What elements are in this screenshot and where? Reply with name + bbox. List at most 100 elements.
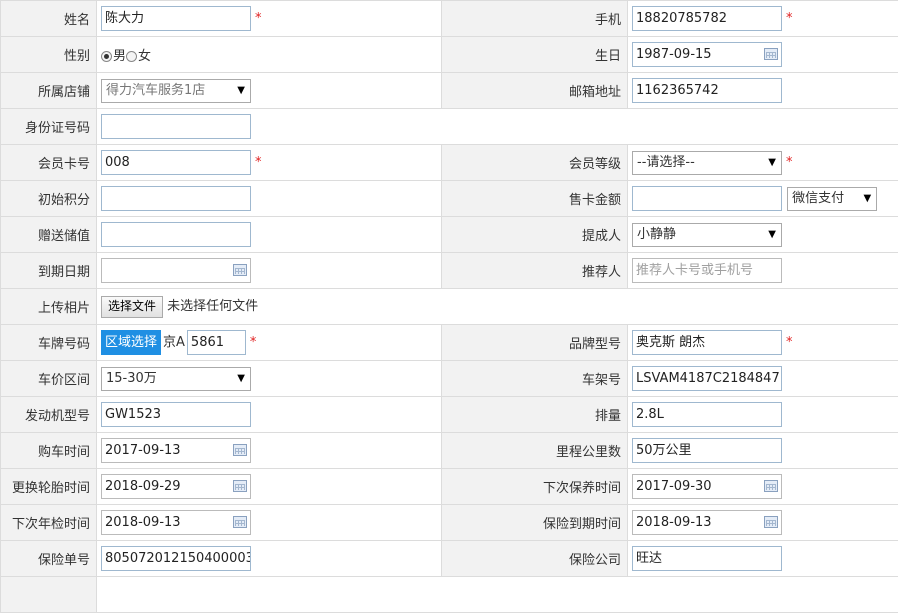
card-number-input[interactable]: 008	[101, 150, 251, 175]
birthday-input[interactable]: 1987-09-15	[632, 42, 782, 67]
calendar-icon[interactable]	[764, 516, 778, 528]
plate-number-group: 区域选择京A5861	[101, 330, 246, 355]
birthday-value: 1987-09-15	[636, 47, 712, 62]
insurance-number-label: 保险单号	[1, 541, 97, 577]
calendar-icon[interactable]	[233, 480, 247, 492]
expire-date-input[interactable]	[101, 258, 251, 283]
email-input[interactable]: 1162365742	[632, 78, 782, 103]
id-number-input[interactable]	[101, 114, 251, 139]
engine-model-label: 发动机型号	[1, 397, 97, 433]
required-mark: *	[786, 335, 793, 350]
next-inspection-label: 下次年检时间	[1, 505, 97, 541]
insurance-expiry-value: 2018-09-13	[636, 515, 712, 530]
card-number-label: 会员卡号	[1, 145, 97, 181]
member-form: 姓名 陈大力* 手机 18820785782* 性别 男女 生日 1987-09…	[0, 0, 898, 613]
gender-female-label: 女	[138, 49, 151, 64]
brand-model-label: 品牌型号	[442, 325, 628, 361]
recommender-input[interactable]: 推荐人卡号或手机号	[632, 258, 782, 283]
next-inspection-value: 2018-09-13	[105, 515, 181, 530]
next-inspection-input[interactable]: 2018-09-13	[101, 510, 251, 535]
expire-date-label: 到期日期	[1, 253, 97, 289]
dropdown-arrow-icon: ▼	[863, 188, 871, 210]
initial-points-input[interactable]	[101, 186, 251, 211]
calendar-icon[interactable]	[233, 444, 247, 456]
mileage-label: 里程公里数	[442, 433, 628, 469]
recommender-label: 推荐人	[442, 253, 628, 289]
member-level-label: 会员等级	[442, 145, 628, 181]
price-range-select[interactable]: 15-30万 ▼	[101, 367, 251, 391]
tire-change-label: 更换轮胎时间	[1, 469, 97, 505]
required-mark: *	[255, 11, 262, 26]
id-number-label: 身份证号码	[1, 109, 97, 145]
gender-male-radio[interactable]	[101, 51, 112, 62]
required-mark: *	[250, 335, 257, 350]
next-maintenance-value: 2017-09-30	[636, 479, 712, 494]
purchase-date-input[interactable]: 2017-09-13	[101, 438, 251, 463]
member-level-value: --请选择--	[637, 155, 695, 170]
row-insurance: 保险单号 80507201215040000321 保险公司 旺达	[1, 541, 898, 577]
required-mark: *	[255, 155, 262, 170]
calendar-icon[interactable]	[764, 480, 778, 492]
dropdown-arrow-icon: ▼	[768, 224, 776, 246]
vin-label: 车架号	[442, 361, 628, 397]
payment-method-select[interactable]: 微信支付▼	[787, 187, 877, 211]
email-label: 邮箱地址	[442, 73, 628, 109]
initial-points-label: 初始积分	[1, 181, 97, 217]
phone-label: 手机	[442, 1, 628, 37]
insurance-company-input[interactable]: 旺达	[632, 546, 782, 571]
row-inspection-insurance-expiry: 下次年检时间 2018-09-13 保险到期时间 2018-09-13	[1, 505, 898, 541]
phone-input[interactable]: 18820785782	[632, 6, 782, 31]
card-price-input[interactable]	[632, 186, 782, 211]
displacement-label: 排量	[442, 397, 628, 433]
next-maintenance-input[interactable]: 2017-09-30	[632, 474, 782, 499]
birthday-label: 生日	[442, 37, 628, 73]
name-input[interactable]: 陈大力	[101, 6, 251, 31]
insurance-number-input[interactable]: 80507201215040000321	[101, 546, 251, 571]
calendar-icon[interactable]	[764, 48, 778, 60]
plate-province-text: 京A	[161, 330, 187, 355]
row-gender-birthday: 性别 男女 生日 1987-09-15	[1, 37, 898, 73]
row-price-vin: 车价区间 15-30万 ▼ 车架号 LSVAM4187C2184847	[1, 361, 898, 397]
row-photo: 上传相片 选择文件 未选择任何文件	[1, 289, 898, 325]
brand-model-input[interactable]: 奥克斯 朗杰	[632, 330, 782, 355]
engine-model-input[interactable]: GW1523	[101, 402, 251, 427]
region-select-button[interactable]: 区域选择	[101, 330, 161, 355]
store-label: 所属店铺	[1, 73, 97, 109]
required-mark: *	[786, 155, 793, 170]
gender-male-label: 男	[113, 49, 126, 64]
plate-number-input[interactable]: 5861	[187, 330, 246, 355]
plate-label: 车牌号码	[1, 325, 97, 361]
tire-change-input[interactable]: 2018-09-29	[101, 474, 251, 499]
calendar-icon[interactable]	[233, 264, 247, 276]
required-mark: *	[786, 11, 793, 26]
row-id-number: 身份证号码	[1, 109, 898, 145]
insurance-expiry-input[interactable]: 2018-09-13	[632, 510, 782, 535]
row-name-phone: 姓名 陈大力* 手机 18820785782*	[1, 1, 898, 37]
price-range-label: 车价区间	[1, 361, 97, 397]
mileage-input[interactable]: 50万公里	[632, 438, 782, 463]
purchase-date-label: 购车时间	[1, 433, 97, 469]
gift-balance-input[interactable]	[101, 222, 251, 247]
row-plate-brand: 车牌号码 区域选择京A5861 * 品牌型号 奥克斯 朗杰 *	[1, 325, 898, 361]
referrer-staff-select[interactable]: 小静静 ▼	[632, 223, 782, 247]
gift-balance-label: 赠送储值	[1, 217, 97, 253]
vin-input[interactable]: LSVAM4187C2184847	[632, 366, 782, 391]
gender-female-radio[interactable]	[126, 51, 137, 62]
photo-label: 上传相片	[1, 289, 97, 325]
row-next-partial	[1, 577, 898, 613]
displacement-input[interactable]: 2.8L	[632, 402, 782, 427]
store-select[interactable]: 得力汽车服务1店 ▼	[101, 79, 251, 103]
price-range-value: 15-30万	[106, 371, 157, 386]
gender-label: 性别	[1, 37, 97, 73]
choose-file-button[interactable]: 选择文件	[101, 296, 163, 318]
next-maintenance-label: 下次保养时间	[442, 469, 628, 505]
store-value: 得力汽车服务1店	[106, 83, 205, 98]
member-level-select[interactable]: --请选择--▼	[632, 151, 782, 175]
dropdown-arrow-icon: ▼	[237, 80, 245, 102]
insurance-company-label: 保险公司	[442, 541, 628, 577]
row-tire-maintenance: 更换轮胎时间 2018-09-29 下次保养时间 2017-09-30	[1, 469, 898, 505]
row-engine-displacement: 发动机型号 GW1523 排量 2.8L	[1, 397, 898, 433]
dropdown-arrow-icon: ▼	[237, 368, 245, 390]
referrer-staff-value: 小静静	[637, 227, 676, 242]
calendar-icon[interactable]	[233, 516, 247, 528]
